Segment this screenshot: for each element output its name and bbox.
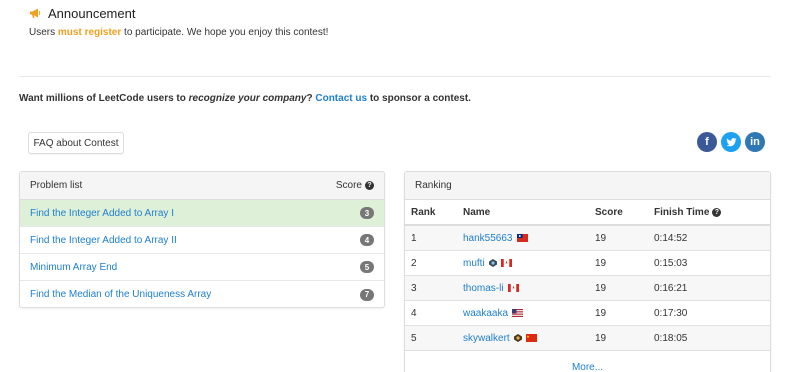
megaphone-icon bbox=[30, 8, 41, 18]
ranking-row: 1 hank55663 19 0:14:52 bbox=[405, 226, 770, 251]
announcement: Announcement Users must register to part… bbox=[29, 4, 328, 39]
score-column-header: Score bbox=[595, 206, 623, 218]
name-cell: hank55663 bbox=[458, 233, 595, 244]
ranking-title: Ranking bbox=[415, 180, 452, 191]
usa-flag-icon bbox=[512, 309, 524, 317]
ranking-row: 4 waakaaka 19 0:17:30 bbox=[405, 301, 770, 326]
ranking-header: Ranking bbox=[405, 172, 770, 200]
question-icon[interactable]: ? bbox=[365, 181, 374, 190]
score-cell: 19 bbox=[595, 232, 607, 244]
finish-time-cell: 0:18:05 bbox=[654, 332, 688, 344]
user-link[interactable]: waakaaka bbox=[463, 308, 508, 319]
problem-link[interactable]: Find the Median of the Uniqueness Array bbox=[30, 289, 211, 300]
sponsor-question-mark: ? bbox=[306, 93, 313, 104]
user-link[interactable]: skywalkert bbox=[463, 333, 510, 344]
knight-badge-icon bbox=[513, 334, 522, 342]
faq-button[interactable]: FAQ about Contest bbox=[28, 132, 124, 154]
announcement-text-before: Users bbox=[29, 27, 56, 38]
score-badge: 7 bbox=[360, 288, 374, 301]
problem-list-panel: Problem list Score? Find the Integer Add… bbox=[19, 171, 385, 308]
score-cell: 19 bbox=[595, 282, 607, 294]
score-badge: 3 bbox=[360, 207, 374, 219]
section-divider bbox=[19, 76, 771, 77]
finish-time-cell: 0:15:03 bbox=[654, 257, 688, 269]
name-cell: mufti bbox=[458, 258, 595, 269]
more-ranking-link[interactable]: More... bbox=[405, 351, 770, 372]
name-cell: thomas-li bbox=[458, 283, 595, 294]
contact-us-link[interactable]: Contact us bbox=[315, 93, 367, 104]
facebook-icon: f bbox=[705, 136, 709, 148]
rank-cell: 1 bbox=[411, 232, 417, 244]
problem-link[interactable]: Minimum Array End bbox=[30, 262, 117, 273]
name-cell: skywalkert bbox=[458, 333, 595, 344]
china-flag-icon bbox=[525, 334, 537, 342]
user-link[interactable]: thomas-li bbox=[463, 283, 504, 294]
score-cell: 19 bbox=[595, 307, 607, 319]
score-column-label: Score bbox=[335, 180, 362, 191]
ranking-row: 5 skywalkert 19 0:18:05 bbox=[405, 326, 770, 351]
name-cell: waakaaka bbox=[458, 308, 595, 319]
sponsor-text-part3: to sponsor a contest. bbox=[369, 93, 471, 104]
sponsor-text: Want millions of LeetCode users to recog… bbox=[19, 93, 471, 104]
canada-flag-icon bbox=[507, 284, 519, 292]
problem-row[interactable]: Find the Median of the Uniqueness Array … bbox=[20, 281, 384, 307]
canada-flag-icon bbox=[500, 259, 512, 267]
ranking-row: 2 mufti 19 0:15:03 bbox=[405, 251, 770, 276]
twitter-icon bbox=[725, 137, 737, 146]
score-badge: 5 bbox=[360, 261, 374, 273]
rank-cell: 4 bbox=[411, 307, 417, 319]
problem-link[interactable]: Find the Integer Added to Array I bbox=[30, 208, 174, 219]
problem-list-header: Problem list Score? bbox=[20, 172, 384, 200]
problem-row[interactable]: Find the Integer Added to Array I 3 bbox=[20, 200, 384, 227]
facebook-share-button[interactable]: f bbox=[697, 132, 717, 152]
rank-column-header: Rank bbox=[411, 206, 436, 218]
announcement-header: Announcement bbox=[29, 4, 135, 22]
guardian-badge-icon bbox=[488, 259, 497, 267]
linkedin-icon: in bbox=[750, 136, 760, 148]
taiwan-flag-icon bbox=[516, 234, 528, 242]
rank-cell: 2 bbox=[411, 257, 417, 269]
linkedin-share-button[interactable]: in bbox=[745, 132, 765, 152]
announcement-text-after: to participate. We hope you enjoy this c… bbox=[124, 27, 329, 38]
user-link[interactable]: mufti bbox=[463, 258, 485, 269]
name-column-header: Name bbox=[463, 206, 491, 218]
sponsor-emphasis: recognize your company bbox=[188, 93, 307, 104]
finish-time-cell: 0:17:30 bbox=[654, 307, 688, 319]
finish-time-cell: 0:14:52 bbox=[654, 232, 688, 244]
question-icon[interactable]: ? bbox=[712, 207, 722, 217]
rank-cell: 3 bbox=[411, 282, 417, 294]
ranking-panel: Ranking Rank Name Score Finish Time? 1 h… bbox=[404, 171, 771, 372]
twitter-share-button[interactable] bbox=[721, 132, 741, 152]
problem-row[interactable]: Find the Integer Added to Array II 4 bbox=[20, 227, 384, 254]
announcement-text: Users must register to participate. We h… bbox=[29, 27, 328, 38]
problem-row[interactable]: Minimum Array End 5 bbox=[20, 254, 384, 281]
score-cell: 19 bbox=[595, 332, 607, 344]
rank-cell: 5 bbox=[411, 332, 417, 344]
finish-time-cell: 0:16:21 bbox=[654, 282, 688, 294]
sponsor-text-part1: Want millions of LeetCode users to bbox=[19, 93, 186, 104]
finish-time-column-header: Finish Time? bbox=[654, 207, 764, 218]
problem-link[interactable]: Find the Integer Added to Array II bbox=[30, 235, 177, 246]
score-cell: 19 bbox=[595, 257, 607, 269]
score-badge: 4 bbox=[360, 234, 374, 246]
user-link[interactable]: hank55663 bbox=[463, 233, 513, 244]
register-link[interactable]: must register bbox=[58, 27, 121, 38]
finish-time-label: Finish Time bbox=[654, 206, 710, 218]
ranking-column-headers: Rank Name Score Finish Time? bbox=[405, 200, 770, 226]
ranking-row: 3 thomas-li 19 0:16:21 bbox=[405, 276, 770, 301]
score-column-header: Score? bbox=[336, 180, 374, 191]
announcement-title: Announcement bbox=[48, 5, 136, 21]
problem-list-title: Problem list bbox=[30, 180, 83, 191]
